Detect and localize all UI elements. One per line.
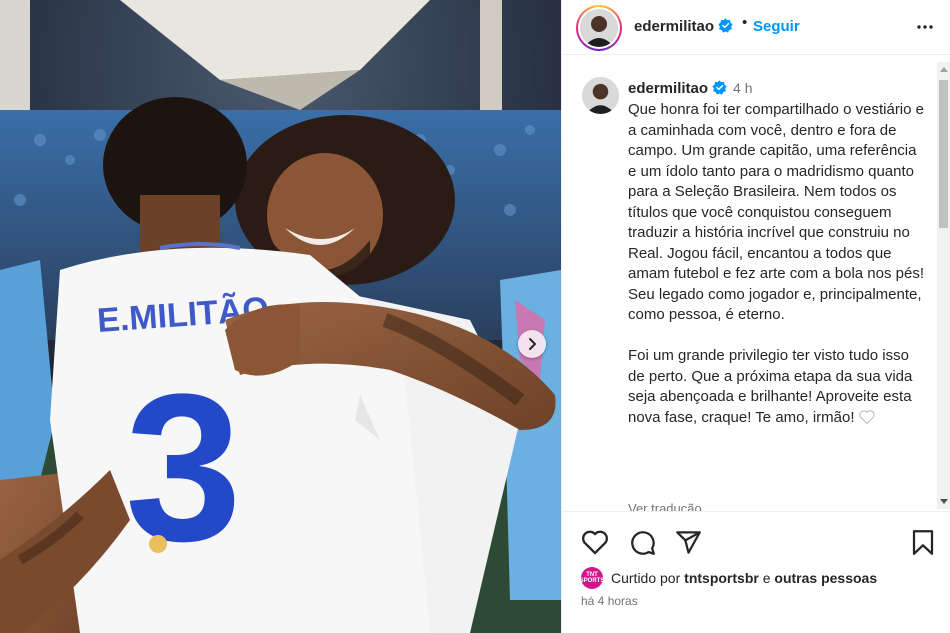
caption-header: edermilitao 4 h <box>628 80 753 97</box>
comment-icon <box>631 531 655 555</box>
liked-prefix: Curtido por <box>611 570 681 586</box>
tnt-avatar[interactable]: TNT SPORTS <box>580 567 604 589</box>
share-button[interactable] <box>675 529 702 561</box>
share-icon <box>676 531 701 554</box>
post-header: edermilitao • Seguir <box>562 0 950 55</box>
verified-icon <box>712 80 727 95</box>
photo-illustration: E.MILITÃO 3 <box>0 0 561 633</box>
liked-user[interactable]: tntsportsbr <box>684 570 759 586</box>
verified-icon <box>718 18 733 33</box>
white-heart-emoji-icon <box>858 409 875 424</box>
caption-time[interactable]: 4 h <box>733 80 752 96</box>
like-button[interactable] <box>581 529 609 560</box>
follow-button[interactable]: Seguir <box>753 18 800 35</box>
comments-section: edermilitao 4 h Que honra foi ter compart… <box>562 56 950 511</box>
liked-others[interactable]: outras pessoas <box>774 570 877 586</box>
scrollbar-thumb[interactable] <box>939 80 948 228</box>
header-separator: • <box>742 14 748 31</box>
caption-paragraph-2: Foi um grande privilegio ter visto tudo … <box>628 346 928 428</box>
post-panel: edermilitao • Seguir edermilitao 4 h Que … <box>561 0 950 633</box>
scroll-down-arrow-icon[interactable] <box>940 499 948 504</box>
avatar-photo <box>582 77 619 114</box>
more-options-button[interactable] <box>913 15 937 44</box>
post-timestamp[interactable]: há 4 horas <box>581 594 638 608</box>
chevron-right-icon <box>529 338 536 350</box>
scroll-up-arrow-icon[interactable] <box>940 67 948 72</box>
see-translation-link[interactable]: Ver tradução <box>628 501 702 511</box>
caption-username[interactable]: edermilitao <box>628 80 708 97</box>
caption-paragraph-1: Que honra foi ter compartilhado o vestiá… <box>628 101 924 323</box>
header-avatar[interactable] <box>576 5 622 51</box>
jersey-number: 3 <box>125 350 242 585</box>
heart-icon <box>582 530 608 555</box>
post-actions: TNT SPORTS Curtido por tntsportsbr e out… <box>562 511 950 623</box>
bookmark-icon <box>912 530 934 555</box>
comment-button[interactable] <box>629 529 656 561</box>
more-icon <box>917 25 933 29</box>
save-button[interactable] <box>911 529 935 561</box>
next-photo-button[interactable] <box>518 330 546 358</box>
post-photo[interactable]: E.MILITÃO 3 <box>0 0 561 633</box>
liked-connector: e <box>762 570 771 586</box>
header-username-text[interactable]: edermilitao <box>634 18 714 35</box>
caption-scrollbar[interactable] <box>937 62 950 509</box>
caption-text: Que honra foi ter compartilhado o vestiá… <box>628 100 928 449</box>
avatar-photo <box>580 9 618 47</box>
header-username[interactable]: edermilitao <box>634 18 733 35</box>
caption-avatar[interactable] <box>582 77 619 114</box>
liked-by: TNT SPORTS Curtido por tntsportsbr e out… <box>580 567 877 589</box>
